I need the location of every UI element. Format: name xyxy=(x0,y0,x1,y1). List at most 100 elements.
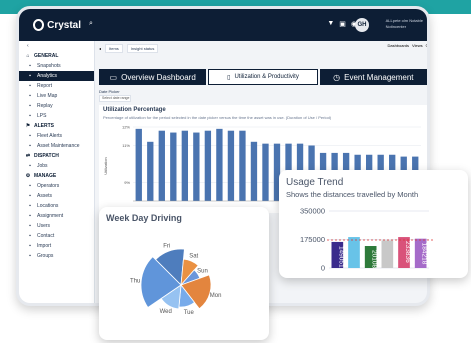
sidebar-item-live-map[interactable]: ▪ Live Map xyxy=(19,91,94,101)
sidebar-item-snapshots[interactable]: ▪ Snapshots xyxy=(19,61,94,71)
sidebar-item-operators[interactable]: ▪ Operators xyxy=(19,181,94,191)
sidebar-item-label: LPS xyxy=(37,113,47,119)
sidebar-item-label: Report xyxy=(37,83,53,89)
y-tick-label: 9% xyxy=(124,180,130,185)
pie-label: Tue xyxy=(184,310,195,316)
date-picker-input[interactable]: Select date range xyxy=(99,95,131,102)
pie-label: Sat xyxy=(189,254,198,260)
tab-overview-label: Overview Dashboard xyxy=(121,72,196,82)
usage-bar-label: 184218 xyxy=(421,243,428,265)
y-tick-label: 0 xyxy=(321,264,325,273)
sidebar-item-icon: ▪ xyxy=(29,73,31,79)
utilization-bar xyxy=(158,130,165,201)
sidebar-item-icon: ▪ xyxy=(29,163,31,169)
app-bar: Crystal ⌕ ▼ ▣ ◉ GH ALLpete olm Notable N… xyxy=(19,9,427,41)
search-icon[interactable]: ⌕ xyxy=(89,20,93,28)
sidebar-item-replay[interactable]: ▪ Replay xyxy=(19,101,94,111)
sidebar-item-label: Assets xyxy=(37,193,53,199)
utilization-title: Utilization Percentage xyxy=(103,107,166,113)
user-info: ALLpete olm Notable Notincenter xyxy=(386,18,423,30)
usage-bar xyxy=(348,237,360,268)
filter-icon[interactable]: ▼ xyxy=(327,20,334,28)
sidebar-item-icon: ▪ xyxy=(29,113,31,119)
sidebar-section-general: ⌂ GENERAL xyxy=(19,51,94,61)
avatar[interactable]: GH xyxy=(355,18,369,32)
dashboard-tabs: ▭ Overview Dashboard ▯ Utilization & Pro… xyxy=(99,69,427,85)
pie-label: Thu xyxy=(130,279,140,285)
sidebar-item-icon: ▪ xyxy=(29,143,31,149)
tab-event-label: Event Management xyxy=(344,72,414,82)
tab-event-management[interactable]: ◷ Event Management xyxy=(319,69,427,85)
sidebar-section-label: DISPATCH xyxy=(34,153,59,159)
tab-items[interactable]: Items xyxy=(105,43,123,53)
sidebar-item-icon: ▪ xyxy=(29,133,31,139)
sidebar-item-label: Snapshots xyxy=(37,63,61,69)
sidebar-item-label: Asset Maintenance xyxy=(37,143,80,149)
sidebar-item-label: Analytics xyxy=(37,73,58,79)
usage-bar-label: 149051 xyxy=(337,246,344,268)
sidebar-item-icon: ▪ xyxy=(29,63,31,69)
sidebar-item-users[interactable]: ▪ Users xyxy=(19,221,94,231)
utilization-bar xyxy=(181,130,189,201)
sidebar-item-fleet-alerts[interactable]: ▪ Fleet Alerts xyxy=(19,131,94,141)
sidebar-section-label: ALERTS xyxy=(34,123,54,129)
sidebar-item-label: Assignment xyxy=(37,213,64,219)
pie-label: Mon xyxy=(210,293,222,299)
utilization-bar xyxy=(193,132,200,201)
y-tick-label: 11% xyxy=(122,143,130,148)
sidebar-item-import[interactable]: ▪ Import xyxy=(19,241,94,251)
sidebar-section-manage: ⚙ MANAGE xyxy=(19,171,94,181)
general-icon: ⌂ xyxy=(26,53,30,59)
sidebar-item-assignment[interactable]: ▪ Assignment xyxy=(19,211,94,221)
utilization-bar xyxy=(204,130,212,201)
sidebar-item-icon: ▪ xyxy=(29,203,31,209)
tab-insight-status[interactable]: Insight status xyxy=(126,43,159,53)
refresh-icon[interactable]: ⟳ xyxy=(426,43,427,48)
tab-overview-dashboard[interactable]: ▭ Overview Dashboard xyxy=(99,69,207,85)
tab-utilization-label: Utilization & Productivity xyxy=(234,74,299,80)
sidebar-collapse[interactable]: ‹ xyxy=(19,41,94,51)
sidebar-item-label: Replay xyxy=(37,103,53,109)
utilization-bar xyxy=(262,143,269,201)
sidebar-item-icon: ▪ xyxy=(29,93,31,99)
dashboards-button[interactable]: Dashboards xyxy=(387,43,409,48)
sidebar-item-label: Operators xyxy=(37,183,60,189)
logo-ring-icon xyxy=(33,19,45,31)
sidebar-item-label: Locations xyxy=(37,203,59,209)
chat-icon[interactable]: ▣ xyxy=(339,20,346,28)
sidebar-item-analytics[interactable]: ▪ Analytics xyxy=(19,71,94,81)
tab-utilization[interactable]: ▯ Utilization & Productivity xyxy=(208,69,318,85)
sidebar-item-icon: ▪ xyxy=(29,103,31,109)
crystal-logo[interactable]: Crystal xyxy=(33,16,81,34)
views-button[interactable]: Views xyxy=(412,43,423,48)
usage-trend-card: Usage Trend Shows the distances travelle… xyxy=(279,170,468,278)
week-day-chart: Fri Sat Sun Mon Tue Wed Thu xyxy=(130,243,222,316)
week-day-card: Week Day Driving Fri Sat Sun Mon Tue Wed Thu xyxy=(99,207,269,340)
tab-row: ◂ Items Insight status xyxy=(97,43,427,53)
sidebar-item-asset-maintenance[interactable]: ▪ Asset Maintenance xyxy=(19,141,94,151)
y-tick-label: 175000 xyxy=(300,235,325,244)
close-icon[interactable]: ◂ xyxy=(99,46,101,51)
sidebar-item-locations[interactable]: ▪ Locations xyxy=(19,201,94,211)
clock-icon: ◷ xyxy=(333,72,341,82)
pie-label: Fri xyxy=(163,243,170,249)
dispatch-icon: ⇄ xyxy=(25,153,31,159)
usage-trend-chart: 350000 175000 0 149051 201086 233836 184218 xyxy=(300,207,433,273)
y-axis-label: Utilization xyxy=(103,157,108,174)
sidebar-item-icon: ▪ xyxy=(29,183,31,189)
sidebar-item-label: Live Map xyxy=(37,93,58,99)
pie-label: Sun xyxy=(197,268,208,274)
sidebar-item-icon: ▪ xyxy=(29,243,31,249)
sidebar-item-groups[interactable]: ▪ Groups xyxy=(19,251,94,261)
sidebar-item-icon: ▪ xyxy=(29,223,31,229)
sidebar-item-contact[interactable]: ▪ Contact xyxy=(19,231,94,241)
alerts-icon: ⚑ xyxy=(25,123,31,129)
sidebar-item-label: Import xyxy=(37,243,52,249)
sidebar-item-jobs[interactable]: ▪ Jobs xyxy=(19,161,94,171)
sidebar-item-assets[interactable]: ▪ Assets xyxy=(19,191,94,201)
utilization-bar xyxy=(239,130,246,201)
utilization-bar xyxy=(147,141,154,201)
sidebar-item-lps[interactable]: ▪ LPS xyxy=(19,111,94,121)
sidebar-item-report[interactable]: ▪ Report xyxy=(19,81,94,91)
pie-label: Wed xyxy=(160,309,172,315)
